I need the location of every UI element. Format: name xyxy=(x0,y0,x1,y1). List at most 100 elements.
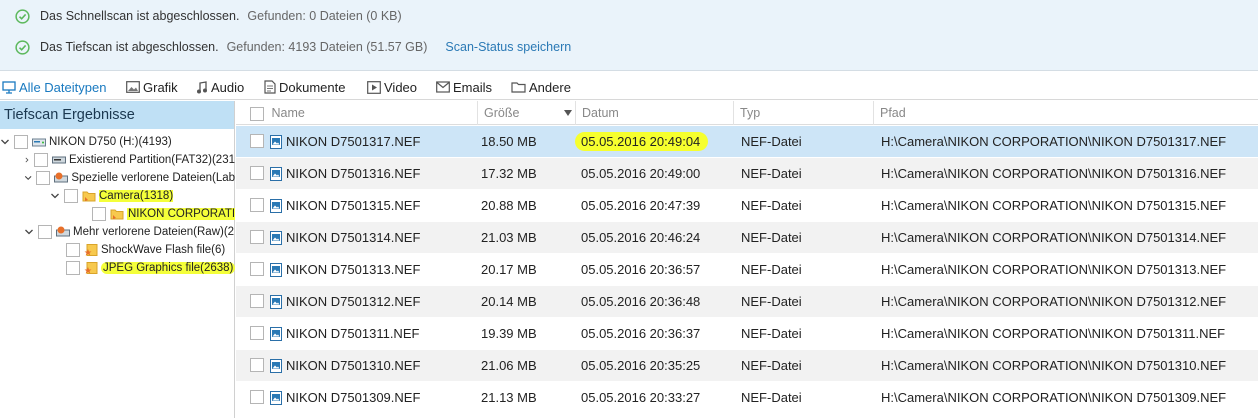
tree-node-shockwave-flash[interactable]: ShockWave Flash file(6) xyxy=(66,241,235,259)
cell-path: H:\Camera\NIKON CORPORATION\NIKON D75013… xyxy=(881,358,1227,373)
row-checkbox[interactable] xyxy=(250,358,264,372)
cell-name: NIKON D7501310.NEF xyxy=(286,358,421,373)
column-path-header[interactable]: Pfad xyxy=(874,101,1258,125)
table-row[interactable]: NIKON D7501314.NEF 21.03 MB 05.05.2016 20:… xyxy=(236,222,1258,254)
cell-name: NIKON D7501313.NEF xyxy=(286,262,421,277)
cell-date: 05.05.2016 20:49:00 xyxy=(581,158,700,190)
cell-size: 21.06 MB xyxy=(481,358,537,373)
cell-type: NEF-Datei xyxy=(741,294,802,309)
row-checkbox[interactable] xyxy=(250,390,264,404)
deep-scan-found: Gefunden: 4193 Dateien (51.57 GB) xyxy=(226,40,428,54)
tree-node-drive[interactable]: NIKON D750 (H:)(4193) xyxy=(0,133,235,151)
tree-label: Existierend Partition(FAT32)(231 xyxy=(69,154,235,166)
tree-checkbox[interactable] xyxy=(64,189,78,203)
row-checkbox[interactable] xyxy=(250,230,264,244)
row-checkbox[interactable] xyxy=(250,262,264,276)
tab-label: Grafik xyxy=(143,79,178,95)
tab-audio[interactable]: Audio xyxy=(196,76,244,98)
table-row[interactable]: NIKON D7501315.NEF 20.88 MB 05.05.2016 20:… xyxy=(236,190,1258,222)
tree-node-camera[interactable]: Camera(1318) xyxy=(50,187,235,205)
cell-type: NEF-Datei xyxy=(741,326,802,341)
tree-checkbox[interactable] xyxy=(66,243,80,257)
cell-type: NEF-Datei xyxy=(741,230,802,245)
raw-files-icon xyxy=(56,226,70,237)
image-file-icon xyxy=(270,359,282,373)
cell-size: 18.50 MB xyxy=(481,134,537,149)
row-checkbox[interactable] xyxy=(250,166,264,180)
cell-date: 05.05.2016 20:36:57 xyxy=(581,254,700,286)
video-icon xyxy=(367,80,381,94)
mail-icon xyxy=(436,81,450,93)
cell-type: NEF-Datei xyxy=(741,134,802,149)
tab-label: Video xyxy=(384,79,418,95)
tab-other[interactable]: Andere xyxy=(511,76,571,98)
column-name-header[interactable]: Name xyxy=(236,101,478,125)
cell-size: 20.14 MB xyxy=(481,294,537,309)
cell-date: 05.05.2016 20:47:39 xyxy=(581,190,700,222)
tree-node-nikon-corporation[interactable]: NIKON CORPORATIO xyxy=(92,205,235,223)
chevron-down-icon[interactable] xyxy=(0,137,10,147)
table-row[interactable]: NIKON D7501310.NEF 21.06 MB 05.05.2016 20:… xyxy=(236,350,1258,382)
column-type-header[interactable]: Typ xyxy=(734,101,874,125)
save-scan-status-link[interactable]: Scan-Status speichern xyxy=(445,40,571,54)
tree-label: NIKON CORPORATIO xyxy=(127,208,235,220)
tab-documents[interactable]: Dokumente xyxy=(264,76,345,98)
tree-checkbox[interactable] xyxy=(34,153,49,167)
document-icon xyxy=(264,80,276,94)
cell-path: H:\Camera\NIKON CORPORATION\NIKON D75013… xyxy=(881,262,1227,277)
row-checkbox[interactable] xyxy=(250,198,264,212)
table-row[interactable]: NIKON D7501311.NEF 19.39 MB 05.05.2016 20:… xyxy=(236,318,1258,350)
tree-node-special-lost-files[interactable]: Spezielle verlorene Dateien(Lab xyxy=(24,169,235,187)
table-row[interactable]: NIKON D7501309.NEF 21.13 MB 05.05.2016 20:… xyxy=(236,382,1258,414)
tree-node-jpeg-graphics[interactable]: JPEG Graphics file(2638) xyxy=(66,259,235,277)
file-type-tabs: Alle Dateitypen Grafik Audio Dokumente V… xyxy=(0,72,1258,100)
chevron-down-icon[interactable] xyxy=(50,191,60,201)
highlighted-date: 05.05.2016 20:49:04 xyxy=(575,132,709,151)
tree-checkbox[interactable] xyxy=(66,261,80,275)
chevron-right-icon[interactable] xyxy=(24,155,30,165)
cell-path: H:\Camera\NIKON CORPORATION\NIKON D75013… xyxy=(881,134,1227,149)
monitor-icon xyxy=(2,80,16,94)
tab-video[interactable]: Video xyxy=(367,76,417,98)
quick-scan-status: Das Schnellscan ist abgeschlossen. Gefun… xyxy=(15,6,420,26)
cell-name: NIKON D7501311.NEF xyxy=(286,326,420,341)
tree-checkbox[interactable] xyxy=(14,135,28,149)
chevron-down-icon[interactable] xyxy=(24,173,32,183)
tree-label: Mehr verlorene Dateien(Raw)(2 xyxy=(73,226,235,238)
tab-graphics[interactable]: Grafik xyxy=(126,76,178,98)
cell-date: 05.05.2016 20:36:48 xyxy=(581,286,700,318)
table-row[interactable]: NIKON D7501317.NEF 18.50 MB 05.05.2016 20:… xyxy=(236,126,1258,158)
row-checkbox[interactable] xyxy=(250,326,264,340)
tree-checkbox[interactable] xyxy=(38,225,52,239)
quick-scan-text: Das Schnellscan ist abgeschlossen. xyxy=(40,9,240,23)
tree-label: JPEG Graphics file(2638) xyxy=(101,262,235,274)
cell-text: 05.05.2016 20:35:25 xyxy=(581,358,701,373)
cell-size: 17.32 MB xyxy=(481,166,537,181)
cell-type: NEF-Datei xyxy=(741,358,802,373)
tab-label: Audio xyxy=(211,79,245,95)
image-icon xyxy=(126,81,140,93)
tree-label: Camera(1318) xyxy=(99,190,174,202)
tree-checkbox[interactable] xyxy=(36,171,51,185)
cell-date: 05.05.2016 20:33:27 xyxy=(581,382,700,414)
tree-node-existing-partition[interactable]: Existierend Partition(FAT32)(231 xyxy=(24,151,235,169)
row-checkbox[interactable] xyxy=(250,294,264,308)
cell-text: 05.05.2016 20:36:57 xyxy=(581,262,701,277)
tab-all-file-types[interactable]: Alle Dateitypen xyxy=(2,76,106,98)
tree-node-more-lost-files[interactable]: Mehr verlorene Dateien(Raw)(2 xyxy=(24,223,235,241)
table-row[interactable]: NIKON D7501312.NEF 20.14 MB 05.05.2016 20:… xyxy=(236,286,1258,318)
chevron-down-icon[interactable] xyxy=(24,227,34,237)
image-file-icon xyxy=(270,295,282,309)
tab-emails[interactable]: Emails xyxy=(436,76,492,98)
partition-icon xyxy=(52,156,67,164)
table-row[interactable]: NIKON D7501313.NEF 20.17 MB 05.05.2016 20:… xyxy=(236,254,1258,286)
cell-name: NIKON D7501314.NEF xyxy=(286,230,421,245)
image-file-icon xyxy=(270,135,282,149)
row-checkbox[interactable] xyxy=(250,134,264,148)
column-date-header[interactable]: Datum xyxy=(576,101,734,125)
column-size-header[interactable]: Größe xyxy=(478,101,576,125)
file-list: Name Größe Datum Typ Pfad NIKON D7501317… xyxy=(236,101,1258,418)
select-all-checkbox[interactable] xyxy=(250,106,264,121)
tree-checkbox[interactable] xyxy=(92,207,106,221)
table-row[interactable]: NIKON D7501316.NEF 17.32 MB 05.05.2016 20:… xyxy=(236,158,1258,190)
